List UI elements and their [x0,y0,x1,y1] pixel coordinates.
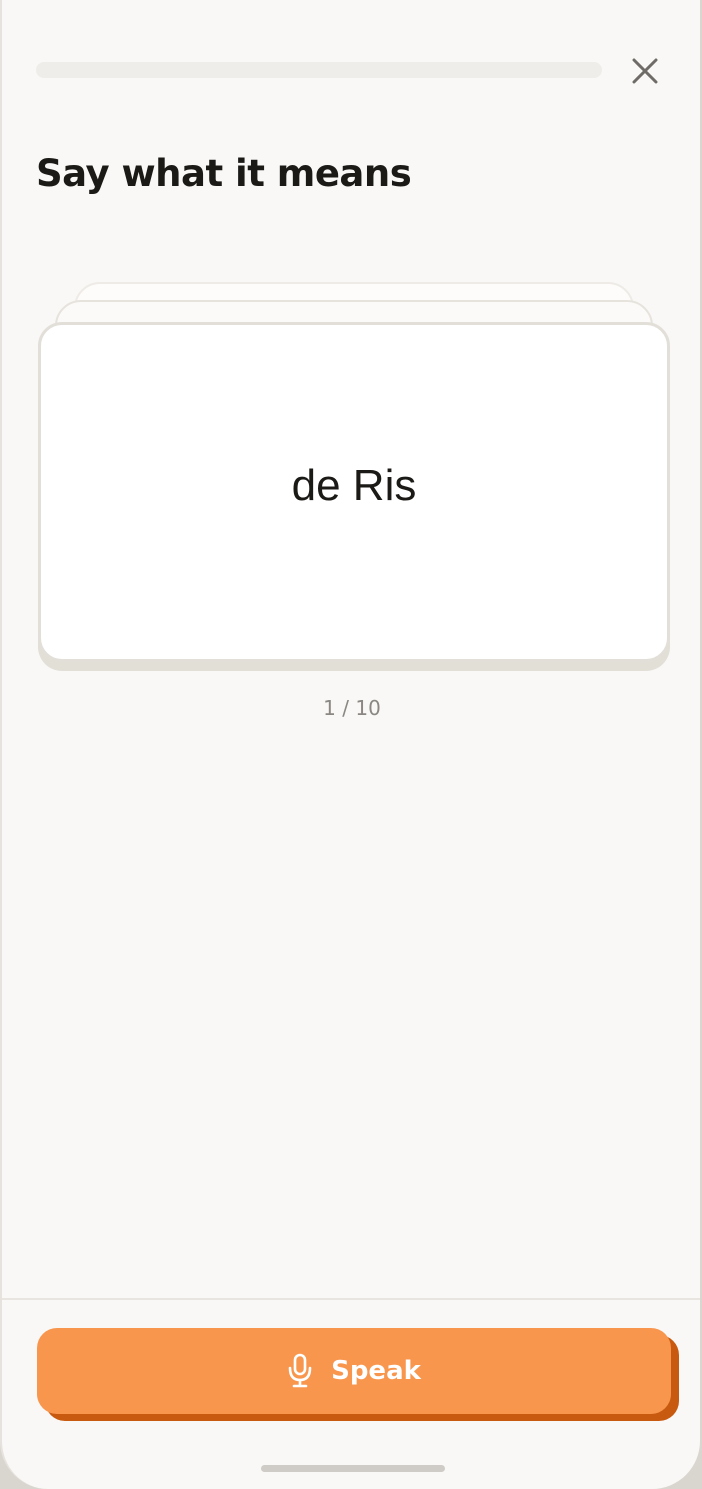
flashcard[interactable]: de Ris [38,322,670,662]
flashcard-word: de Ris [291,461,417,510]
page-title: Say what it means [36,152,412,195]
speak-button-label: Speak [331,1356,421,1386]
card-counter: 1 / 10 [323,696,381,720]
microphone-icon [288,1353,312,1388]
flashcard-screen: Say what it means de Ris 1 / 10 Speak [0,0,700,1489]
footer-divider [2,1298,700,1300]
speak-button[interactable]: Speak [37,1328,671,1414]
close-icon [632,58,658,84]
home-indicator [261,1465,445,1472]
progress-bar [36,62,602,78]
close-button[interactable] [624,50,666,92]
